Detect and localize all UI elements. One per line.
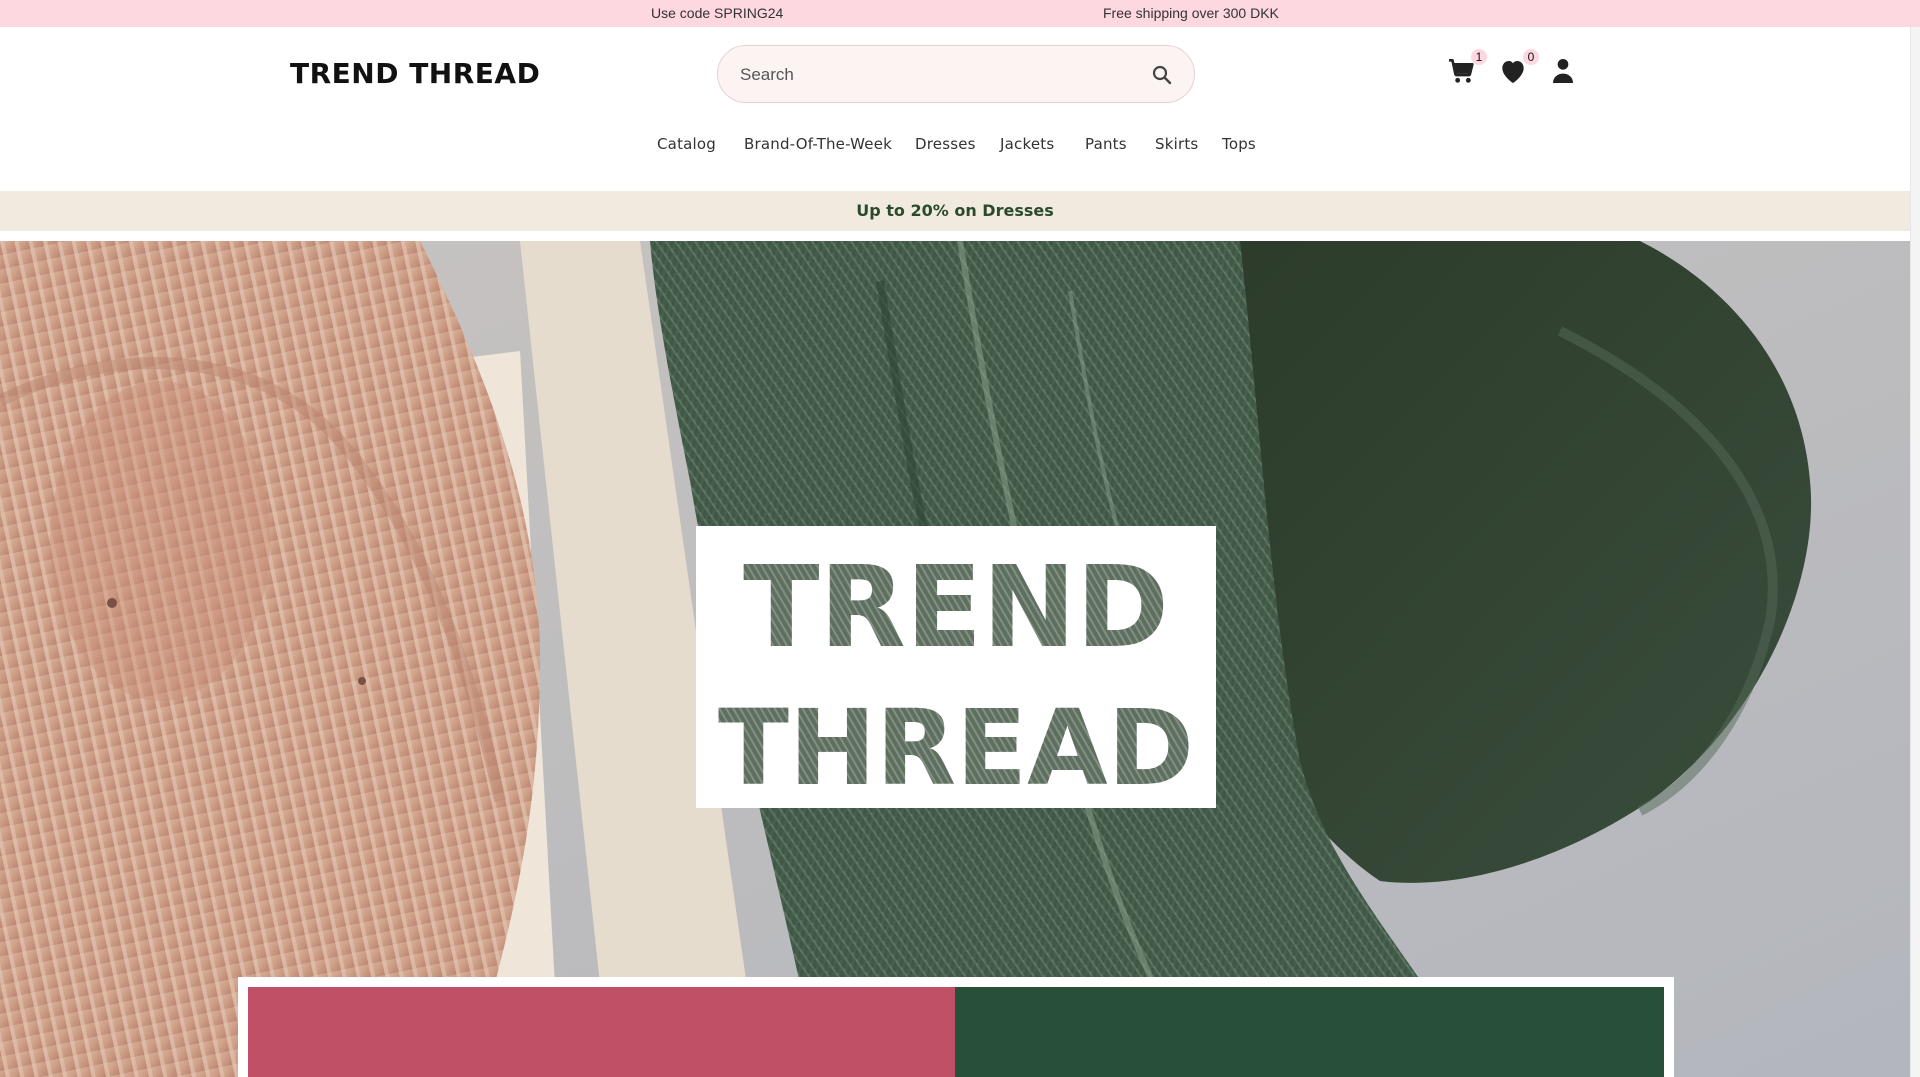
site-header: TREND THREAD 1 0 Catalog Brand-Of-The-We… (0, 27, 1910, 191)
cart-icon (1445, 59, 1477, 91)
hero-title-line-1: TREND (743, 543, 1169, 673)
cart-button[interactable]: 1 (1445, 49, 1487, 91)
cart-count-badge: 1 (1471, 49, 1487, 65)
category-tile-green[interactable] (955, 987, 1664, 1077)
page-scrollbar[interactable] (1910, 27, 1920, 1077)
nav-item-catalog[interactable]: Catalog (657, 135, 716, 153)
promo-code-message: Use code SPRING24 (651, 5, 784, 21)
nav-item-tops[interactable]: Tops (1222, 135, 1256, 153)
hero-title-box: TREND THREAD (696, 526, 1216, 808)
category-tile-pink[interactable] (248, 987, 955, 1077)
user-icon (1547, 59, 1579, 91)
hero-title: TREND THREAD (718, 543, 1194, 808)
search-bar (717, 45, 1195, 103)
hero-title-line-2: THREAD (718, 687, 1194, 808)
hero-banner: TREND THREAD (0, 241, 1910, 1077)
nav-item-pants[interactable]: Pants (1085, 135, 1127, 153)
category-panels (238, 977, 1674, 1077)
sale-banner[interactable]: Up to 20% on Dresses (0, 191, 1910, 231)
promo-bar: Use code SPRING24 Free shipping over 300… (0, 0, 1920, 27)
main-navigation: Catalog Brand-Of-The-Week Dresses Jacket… (0, 135, 1910, 159)
nav-item-brand-of-the-week[interactable]: Brand-Of-The-Week (744, 135, 892, 153)
free-shipping-message: Free shipping over 300 DKK (1103, 5, 1279, 21)
nav-item-dresses[interactable]: Dresses (915, 135, 976, 153)
search-input[interactable] (740, 62, 1120, 88)
search-icon[interactable] (1150, 63, 1174, 87)
site-logo[interactable]: TREND THREAD (290, 57, 540, 90)
account-button[interactable] (1547, 55, 1583, 91)
heart-icon (1497, 61, 1529, 91)
wishlist-button[interactable]: 0 (1497, 49, 1539, 91)
wishlist-count-badge: 0 (1523, 49, 1539, 65)
nav-item-jackets[interactable]: Jackets (1000, 135, 1054, 153)
nav-item-skirts[interactable]: Skirts (1155, 135, 1198, 153)
sale-banner-text: Up to 20% on Dresses (856, 201, 1054, 220)
